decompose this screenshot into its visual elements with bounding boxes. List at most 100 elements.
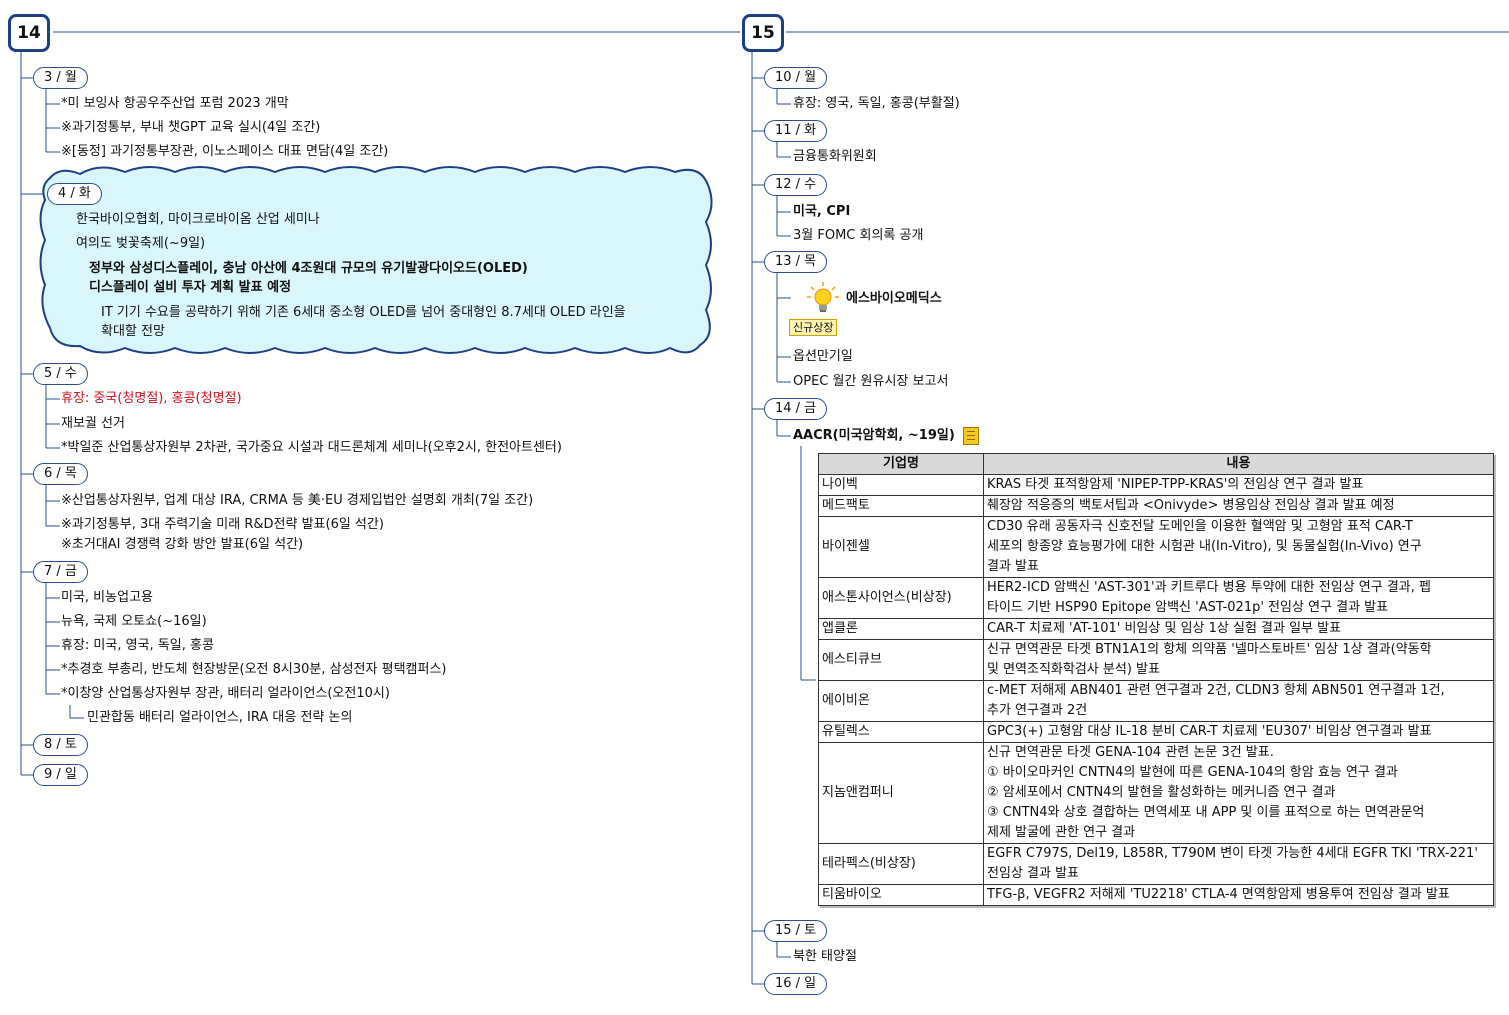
- content-cell: 신규 면역관문 타겟 GENA-104 관련 논문 3건 발표. ① 바이오마커인…: [983, 742, 1494, 844]
- content-cell: CAR-T 치료제 'AT-101' 비임상 및 임상 1상 실험 결과 일부 …: [983, 618, 1494, 640]
- content-line: GPC3(+) 고형암 대상 IL-18 분비 CAR-T 치료제 'EU307…: [987, 724, 1432, 739]
- event-item: OPEC 월간 원유시장 보고서: [793, 374, 949, 389]
- content-line: c-MET 저해제 ABN401 관련 연구결과 2건, CLDN3 항체 AB…: [987, 683, 1445, 698]
- event-item: 옵션만기일: [793, 349, 853, 364]
- day-node[interactable]: 11 / 화: [764, 120, 828, 142]
- content-line: 결과 발표: [987, 559, 1039, 574]
- event-item: 휴장: 영국, 독일, 홍콩(부활절): [793, 96, 960, 111]
- event-item: 미국, CPI: [793, 204, 851, 219]
- week-14-box[interactable]: 14: [8, 14, 50, 52]
- content-line: 및 면역조직화학검사 분석) 발표: [987, 662, 1160, 677]
- day-node[interactable]: 16 / 일: [764, 973, 828, 995]
- content-line: 전임상 결과 발표: [987, 866, 1079, 881]
- event-item: 에스바이오메딕스: [846, 291, 942, 306]
- day-node[interactable]: 14 / 금: [764, 398, 828, 420]
- lightbulb-icon: [807, 282, 839, 312]
- new-listing-badge: 신규상장: [789, 319, 838, 336]
- day-node[interactable]: 6 / 목: [33, 463, 88, 485]
- table-header-company: 기업명: [818, 453, 984, 475]
- content-line: HER2-ICD 암백신 'AST-301'과 키트루다 병용 투약에 대한 전…: [987, 580, 1431, 595]
- day-node[interactable]: 12 / 수: [764, 174, 828, 196]
- event-item: 미국, 비농업고용: [61, 590, 153, 605]
- company-cell: 에스티큐브: [818, 639, 984, 681]
- table-row: 테라펙스(비상장) EGFR C797S, Del19, L858R, T790M…: [818, 843, 1494, 885]
- company-cell: 애스톤사이언스(비상장): [818, 577, 984, 619]
- company-cell: 바이젠셀: [818, 516, 984, 578]
- day-node[interactable]: 15 / 토: [764, 920, 828, 942]
- content-cell: EGFR C797S, Del19, L858R, T790M 변이 타겟 가능…: [983, 843, 1494, 885]
- day-node[interactable]: 8 / 토: [33, 734, 88, 756]
- company-cell: 메드팩토: [818, 495, 984, 517]
- event-item: ※초거대AI 경쟁력 강화 방안 발표(6일 석간): [61, 537, 304, 552]
- content-line: 타이드 기반 HSP90 Epitope 암백신 'AST-021p' 전임상 …: [987, 600, 1389, 615]
- content-cell: CD30 유래 공동자극 신호전달 도메인을 이용한 혈액암 및 고형암 표적 …: [983, 516, 1494, 578]
- day-node[interactable]: 7 / 금: [33, 561, 88, 583]
- table-row: 메드팩토 췌장암 적응증의 백토서팁과 <Onivyde> 병용임상 전임상 결과…: [818, 495, 1494, 517]
- day-node[interactable]: 13 / 목: [764, 251, 828, 273]
- content-line: CAR-T 치료제 'AT-101' 비임상 및 임상 1상 실험 결과 일부 …: [987, 621, 1342, 636]
- highlight-event: 정부와 삼성디스플레이, 충남 아산에 4조원대 규모의 유기발광다이오드(OL…: [89, 261, 528, 276]
- event-item: 금융통화위원회: [793, 149, 877, 164]
- note-icon[interactable]: [963, 427, 979, 445]
- table-row: 애스톤사이언스(비상장) HER2-ICD 암백신 'AST-301'과 키트루다…: [818, 577, 1494, 619]
- company-cell: 테라펙스(비상장): [818, 843, 984, 885]
- company-cell: 지놈앤컴퍼니: [818, 742, 984, 844]
- table-row: 바이젠셀 CD30 유래 공동자극 신호전달 도메인을 이용한 혈액암 및 고형암…: [818, 516, 1494, 578]
- day-node[interactable]: 5 / 수: [33, 363, 88, 385]
- event-item: 한국바이오협회, 마이크로바이옴 산업 세미나: [76, 212, 320, 227]
- event-item: 북한 태양절: [793, 949, 857, 964]
- event-item: 휴장: 미국, 영국, 독일, 홍콩: [61, 638, 214, 653]
- company-cell: 유틸렉스: [818, 721, 984, 743]
- table-header-content: 내용: [983, 453, 1494, 475]
- table-row: 유틸렉스 GPC3(+) 고형암 대상 IL-18 분비 CAR-T 치료제 'E…: [818, 721, 1494, 743]
- content-line: EGFR C797S, Del19, L858R, T790M 변이 타겟 가능…: [987, 846, 1478, 861]
- content-line: KRAS 타겟 표적항암제 'NIPEP-TPP-KRAS'의 전임상 연구 결…: [987, 477, 1364, 492]
- content-cell: KRAS 타겟 표적항암제 'NIPEP-TPP-KRAS'의 전임상 연구 결…: [983, 474, 1494, 496]
- content-cell: GPC3(+) 고형암 대상 IL-18 분비 CAR-T 치료제 'EU307…: [983, 721, 1494, 743]
- event-item: *추경호 부총리, 반도체 현장방문(오전 8시30분, 삼성전자 평택캠퍼스): [61, 662, 447, 677]
- table-row: 앱클론 CAR-T 치료제 'AT-101' 비임상 및 임상 1상 실험 결과 …: [818, 618, 1494, 640]
- content-line: ① 바이오마커인 CNTN4의 발현에 따른 GENA-104의 항암 효능 연…: [987, 765, 1398, 780]
- table-row: 에스티큐브 신규 면역관문 타겟 BTN1A1의 항체 의약품 '넬마스토바트' …: [818, 639, 1494, 681]
- holiday-item: 휴장: 중국(청명절), 홍콩(청명절): [61, 391, 242, 406]
- event-item: ※[동정] 과기정통부장관, 이노스페이스 대표 면담(4일 조간): [61, 144, 389, 159]
- day-node[interactable]: 9 / 일: [33, 764, 88, 786]
- table-row: 나이벡 KRAS 타겟 표적항암제 'NIPEP-TPP-KRAS'의 전임상 연…: [818, 474, 1494, 496]
- company-cell: 에이비온: [818, 680, 984, 722]
- content-cell: c-MET 저해제 ABN401 관련 연구결과 2건, CLDN3 항체 AB…: [983, 680, 1494, 722]
- table-row: 티움바이오 TFG-β, VEGFR2 저해제 'TU2218' CTLA-4 면…: [818, 884, 1494, 906]
- content-cell: HER2-ICD 암백신 'AST-301'과 키트루다 병용 투약에 대한 전…: [983, 577, 1494, 619]
- content-line: ③ CNTN4와 상호 결합하는 면역세포 내 APP 및 이를 표적으로 하는…: [987, 805, 1425, 820]
- event-item: AACR(미국암학회, ~19일): [793, 428, 955, 443]
- event-item: ※과기정통부, 3대 주력기술 미래 R&D전략 발표(6일 석간): [61, 517, 384, 532]
- event-item: *미 보잉사 항공우주산업 포럼 2023 개막: [61, 96, 289, 111]
- event-item: ※과기정통부, 부내 챗GPT 교육 실시(4일 조간): [61, 120, 321, 135]
- content-line: 췌장암 적응증의 백토서팁과 <Onivyde> 병용임상 전임상 결과 발표 …: [987, 498, 1395, 513]
- table-header-row: 기업명 내용: [818, 453, 1494, 475]
- week-15-box[interactable]: 15: [742, 14, 784, 52]
- event-item: *박일준 산업통상자원부 2차관, 국가중요 시설과 대드론체계 세미나(오후2…: [61, 440, 562, 455]
- content-line: ② 암세포에서 CNTN4의 발현을 활성화하는 메커니즘 연구 결과: [987, 785, 1336, 800]
- content-cell: 췌장암 적응증의 백토서팁과 <Onivyde> 병용임상 전임상 결과 발표 …: [983, 495, 1494, 517]
- content-line: TFG-β, VEGFR2 저해제 'TU2218' CTLA-4 면역항암제 …: [987, 887, 1450, 902]
- event-item: *이창양 산업통상자원부 장관, 배터리 얼라이언스(오전10시): [61, 686, 390, 701]
- table-row: 지놈앤컴퍼니 신규 면역관문 타겟 GENA-104 관련 논문 3건 발표. ① …: [818, 742, 1494, 844]
- event-item: 재보궐 선거: [61, 416, 125, 431]
- event-item: ※산업통상자원부, 업계 대상 IRA, CRMA 등 美·EU 경제입법안 설…: [61, 493, 534, 508]
- day-node[interactable]: 10 / 월: [764, 67, 828, 89]
- event-item: 여의도 벚꽃축제(~9일): [76, 236, 206, 251]
- event-item: 뉴욕, 국제 오토쇼(~16일): [61, 614, 207, 629]
- company-cell: 나이벡: [818, 474, 984, 496]
- company-cell: 앱클론: [818, 618, 984, 640]
- event-item: 3월 FOMC 회의록 공개: [793, 228, 924, 243]
- content-cell: TFG-β, VEGFR2 저해제 'TU2218' CTLA-4 면역항암제 …: [983, 884, 1494, 906]
- content-cell: 신규 면역관문 타겟 BTN1A1의 항체 의약품 '넬마스토바트' 임상 1상…: [983, 639, 1494, 681]
- table-row: 에이비온 c-MET 저해제 ABN401 관련 연구결과 2건, CLDN3 항…: [818, 680, 1494, 722]
- company-cell: 티움바이오: [818, 884, 984, 906]
- event-detail: 민관합동 배터리 얼라이언스, IRA 대응 전략 논의: [87, 710, 353, 725]
- content-line: 세포의 항종양 효능평가에 대한 시험관 내(In-Vitro), 및 동물실험…: [987, 539, 1422, 554]
- event-detail: IT 기기 수요를 공략하기 위해 기존 6세대 중소형 OLED를 넘어 중대…: [101, 305, 626, 320]
- content-line: 신규 면역관문 타겟 GENA-104 관련 논문 3건 발표.: [987, 745, 1274, 760]
- day-node[interactable]: 3 / 월: [33, 67, 88, 89]
- day-node[interactable]: 4 / 화: [47, 183, 102, 205]
